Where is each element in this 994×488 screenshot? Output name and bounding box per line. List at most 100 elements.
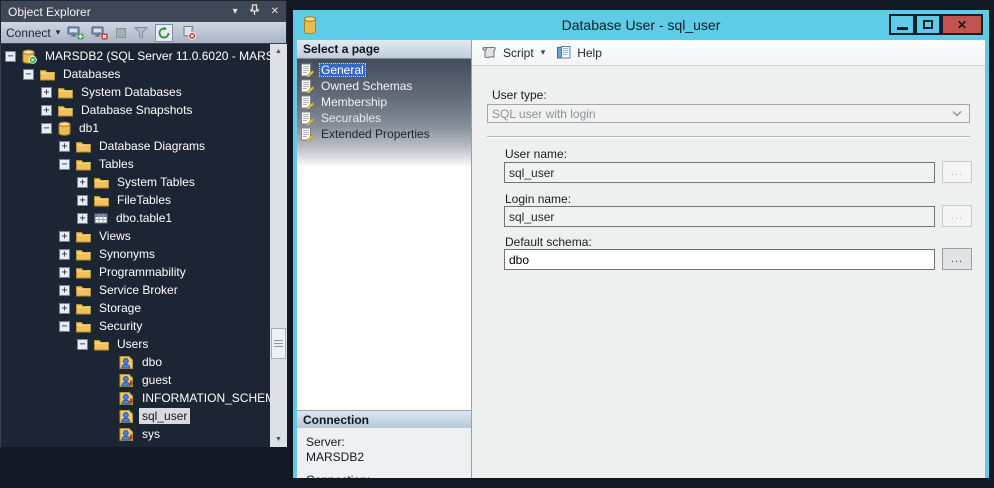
expand-box-icon[interactable]: + [59, 141, 70, 152]
page-item-membership[interactable]: Membership [300, 94, 471, 110]
user-name-field[interactable]: sql_user [504, 162, 935, 183]
tree-item-label: Databases [60, 66, 123, 82]
object-explorer-toolbar: Connect ▾ [0, 22, 287, 44]
page-item-label: Securables [319, 111, 383, 125]
tree-scrollbar[interactable]: ▲ ▼ [270, 44, 287, 447]
close-panel-icon[interactable]: ✕ [271, 7, 279, 17]
object-explorer-panel: Object Explorer ▾ ✕ Connect ▾ −MARSDB2 (… [0, 0, 287, 447]
server-icon [22, 49, 37, 64]
database-icon [58, 121, 71, 136]
tree-item-label: MARSDB2 (SQL Server 11.0.6020 - MARSD [42, 48, 270, 64]
connect-server-icon[interactable] [67, 25, 84, 40]
tree-item-system-tables[interactable]: + System Tables [1, 173, 270, 191]
tree-item-sql-user[interactable]: sql_user [1, 407, 270, 425]
page-icon [300, 127, 315, 141]
script-button[interactable]: Script [503, 46, 534, 60]
expand-box-icon[interactable]: + [59, 285, 70, 296]
page-item-general[interactable]: General [300, 62, 471, 78]
page-icon [300, 111, 315, 125]
tree-item-databases[interactable]: − Databases [1, 65, 270, 83]
page-item-owned-schemas[interactable]: Owned Schemas [300, 78, 471, 94]
help-button[interactable]: Help [577, 46, 602, 60]
page-item-extended-properties[interactable]: Extended Properties [300, 126, 471, 142]
collapse-box-icon[interactable]: − [5, 51, 16, 62]
close-button[interactable]: ✕ [941, 14, 983, 35]
default-schema-browse-button[interactable]: ... [942, 248, 972, 270]
stop-icon[interactable] [115, 27, 127, 39]
login-name-field[interactable]: sql_user [504, 206, 935, 227]
server-label: Server: [306, 435, 471, 450]
folder-icon [94, 193, 109, 207]
collapse-box-icon[interactable]: − [59, 159, 70, 170]
database-user-dialog: Database User - sql_user ✕ Select a page… [292, 9, 990, 479]
scroll-down-icon[interactable]: ▼ [270, 432, 287, 447]
refresh-icon[interactable] [155, 24, 173, 42]
expand-box-icon[interactable]: + [41, 87, 52, 98]
disconnect-server-icon[interactable] [91, 25, 108, 40]
tree-item-filetables[interactable]: +FileTables [1, 191, 270, 209]
tree-item-database-diagrams[interactable]: +Database Diagrams [1, 137, 270, 155]
user-name-browse-button[interactable]: ... [942, 161, 972, 183]
tree-item-system-databases[interactable]: +System Databases [1, 83, 270, 101]
tree-item-security[interactable]: − Security [1, 317, 270, 335]
tree-item-synonyms[interactable]: +Synonyms [1, 245, 270, 263]
collapse-box-icon[interactable]: − [77, 339, 88, 350]
tree-item-marsdb2-sql-server-11-0-6020-marsd[interactable]: − MARSDB2 (SQL Server 11.0.6020 - MARSD [1, 47, 270, 65]
tree-item-guest[interactable]: guest [1, 371, 270, 389]
tree-item-label: dbo [139, 354, 165, 370]
connect-button[interactable]: Connect ▾ [6, 26, 60, 40]
expand-box-icon[interactable]: + [59, 267, 70, 278]
tree-item-service-broker[interactable]: +Service Broker [1, 281, 270, 299]
scrollbar-thumb[interactable] [271, 328, 286, 359]
expand-box-icon[interactable]: + [77, 213, 88, 224]
tree-item-db1[interactable]: − db1 [1, 119, 270, 137]
tree-item-views[interactable]: +Views [1, 227, 270, 245]
scrollbar-grip-icon [274, 340, 283, 348]
user-type-combobox[interactable]: SQL user with login [487, 104, 970, 123]
dialog-body: Select a page GeneralOwned SchemasMember… [297, 40, 985, 478]
expand-box-icon[interactable]: + [77, 195, 88, 206]
page-item-securables[interactable]: Securables [300, 110, 471, 126]
tree-item-dbo-table1[interactable]: + dbo.table1 [1, 209, 270, 227]
dialog-titlebar: Database User - sql_user ✕ [293, 10, 989, 40]
scroll-up-icon[interactable]: ▲ [270, 44, 287, 59]
folder-icon [76, 283, 91, 297]
tree-item-programmability[interactable]: +Programmability [1, 263, 270, 281]
maximize-button[interactable] [915, 14, 941, 35]
expand-box-icon[interactable]: + [41, 105, 52, 116]
login-name-browse-button[interactable]: ... [942, 205, 972, 227]
expand-box-icon[interactable]: + [59, 249, 70, 260]
tree-item-information-schem[interactable]: INFORMATION_SCHEM [1, 389, 270, 407]
connection-header: Connection [297, 410, 471, 428]
filter-icon[interactable] [134, 26, 148, 39]
script-dropdown-icon[interactable]: ▾ [541, 47, 546, 58]
minimize-icon [897, 27, 908, 30]
tree-item-label: Security [96, 318, 145, 334]
tree-item-label: dbo.table1 [113, 210, 175, 226]
script-error-icon[interactable] [180, 25, 197, 40]
tree-item-users[interactable]: −Users [1, 335, 270, 353]
expand-box-icon[interactable]: + [59, 231, 70, 242]
tree-item-database-snapshots[interactable]: +Database Snapshots [1, 101, 270, 119]
tree-item-label: Storage [96, 300, 144, 316]
tree-item-storage[interactable]: + Storage [1, 299, 270, 317]
default-schema-field[interactable]: dbo [504, 249, 935, 270]
tree-item-dbo[interactable]: dbo [1, 353, 270, 371]
minimize-button[interactable] [889, 14, 915, 35]
collapse-box-icon[interactable]: − [23, 69, 34, 80]
expand-box-icon[interactable]: + [59, 303, 70, 314]
page-item-label: Extended Properties [319, 127, 432, 141]
collapse-box-icon[interactable]: − [41, 123, 52, 134]
tree-item-tables[interactable]: − Tables [1, 155, 270, 173]
tree-item-label: db1 [76, 120, 102, 136]
page-item-label: General [319, 63, 366, 77]
tree-item-label: guest [139, 372, 174, 388]
collapse-box-icon[interactable]: − [59, 321, 70, 332]
window-position-icon[interactable]: ▾ [233, 7, 238, 17]
object-explorer-tree: −MARSDB2 (SQL Server 11.0.6020 - MARSD−D… [0, 44, 270, 447]
tree-item-label: System Tables [114, 174, 198, 190]
tree-item-sys[interactable]: sys [1, 425, 270, 443]
expand-box-icon[interactable]: + [77, 177, 88, 188]
tree-item-label: Tables [96, 156, 137, 172]
auto-hide-pin-icon[interactable] [249, 4, 260, 19]
